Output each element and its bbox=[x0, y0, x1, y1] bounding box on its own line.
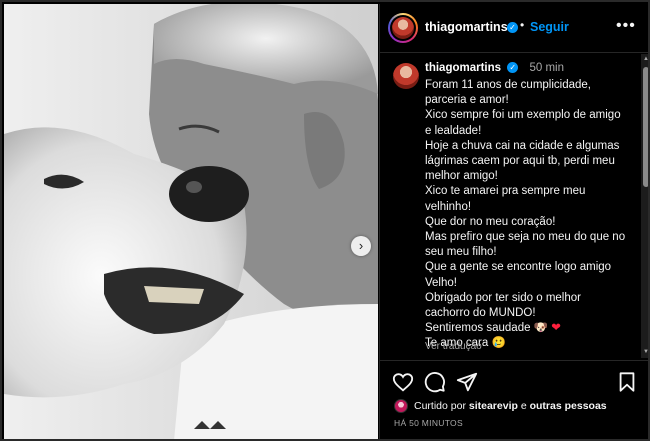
like-button[interactable] bbox=[392, 371, 414, 393]
caption-line: seu meu filho! bbox=[425, 246, 497, 259]
caption-avatar[interactable] bbox=[393, 63, 419, 89]
more-options-icon[interactable]: ••• bbox=[616, 17, 636, 35]
caption-line: lágrimas caem por aqui tb, perdi meu bbox=[425, 155, 615, 168]
caption-line: Obrigado por ter sido o melhor bbox=[425, 291, 581, 304]
caption-header: thiagomartins ✓ 50 min bbox=[425, 62, 564, 74]
scroll-thumb[interactable] bbox=[643, 67, 648, 187]
verified-badge-icon: ✓ bbox=[507, 22, 518, 33]
caption-scrollbar[interactable]: ▲ ▼ bbox=[641, 54, 648, 358]
post-photo[interactable]: › bbox=[4, 4, 378, 439]
liked-prefix: Curtido por bbox=[414, 399, 466, 412]
caption-line: e lealdade! bbox=[425, 124, 482, 137]
caption-line: Sentiremos saudade 🐶 ❤ bbox=[425, 321, 637, 336]
caption-username[interactable]: thiagomartins bbox=[425, 62, 501, 74]
follow-button[interactable]: Seguir bbox=[530, 20, 569, 34]
caption-text: Foram 11 anos de cumplicidade, parceria … bbox=[425, 78, 637, 352]
caption-line: melhor amigo! bbox=[425, 170, 498, 183]
post-modal: › thiagomartins ✓ • Seguir ••• thiagomar… bbox=[0, 0, 650, 441]
caption-line: cachorro do MUNDO! bbox=[425, 307, 536, 320]
post-actions: Curtido por sitearevip e outras pessoas … bbox=[380, 360, 648, 439]
post-timestamp[interactable]: HÁ 50 MINUTOS bbox=[394, 418, 463, 428]
caption-line: Xico te amarei pra sempre meu bbox=[425, 185, 586, 198]
verified-badge-icon: ✓ bbox=[507, 62, 519, 74]
liked-by: Curtido por sitearevip e outras pessoas bbox=[394, 399, 607, 413]
heart-emoji-icon: ❤ bbox=[551, 322, 561, 335]
comment-button[interactable] bbox=[424, 371, 446, 393]
caption-line: Mas prefiro que seja no meu do que no bbox=[425, 231, 626, 244]
heart-icon bbox=[392, 373, 414, 392]
caption-line: Velho! bbox=[425, 276, 457, 289]
separator-dot: • bbox=[520, 18, 525, 32]
liked-user[interactable]: sitearevip bbox=[469, 400, 518, 412]
liked-and: e bbox=[520, 399, 527, 412]
dog-emoji-icon: 🐶 bbox=[533, 322, 549, 335]
post-image bbox=[4, 4, 378, 439]
story-ring[interactable] bbox=[388, 13, 418, 43]
liked-others[interactable]: outras pessoas bbox=[530, 400, 607, 412]
bookmark-icon bbox=[619, 372, 635, 392]
caption-line: Que dor no meu coração! bbox=[425, 215, 556, 228]
send-icon bbox=[456, 372, 478, 392]
scroll-up-arrow-icon[interactable]: ▲ bbox=[641, 55, 648, 64]
caption-time: 50 min bbox=[529, 62, 564, 74]
caption-line: velhinho! bbox=[425, 200, 472, 213]
caption-missing-text: Sentiremos saudade bbox=[425, 322, 531, 335]
avatar bbox=[392, 17, 414, 39]
liker-avatar[interactable] bbox=[394, 399, 408, 413]
post-side-panel: thiagomartins ✓ • Seguir ••• thiagomarti… bbox=[379, 4, 648, 439]
post-header: thiagomartins ✓ • Seguir ••• bbox=[380, 4, 648, 53]
caption-line: parceria e amor! bbox=[425, 94, 509, 107]
comment-icon bbox=[424, 372, 445, 393]
see-translation-link[interactable]: Ver tradução bbox=[425, 341, 482, 352]
caption-line: Xico sempre foi um exemplo de amigo bbox=[425, 109, 621, 122]
scroll-down-arrow-icon[interactable]: ▼ bbox=[641, 348, 648, 357]
save-button[interactable] bbox=[616, 371, 638, 393]
caption-line: Hoje a chuva cai na cidade e algumas bbox=[425, 139, 620, 152]
caption: thiagomartins ✓ 50 min Foram 11 anos de … bbox=[380, 54, 642, 357]
next-photo-button[interactable]: › bbox=[351, 236, 371, 256]
share-button[interactable] bbox=[456, 371, 478, 393]
caption-line: Foram 11 anos de cumplicidade, bbox=[425, 79, 591, 91]
caption-line: Que a gente se encontre logo amigo bbox=[425, 261, 612, 274]
header-username[interactable]: thiagomartins bbox=[425, 20, 508, 34]
